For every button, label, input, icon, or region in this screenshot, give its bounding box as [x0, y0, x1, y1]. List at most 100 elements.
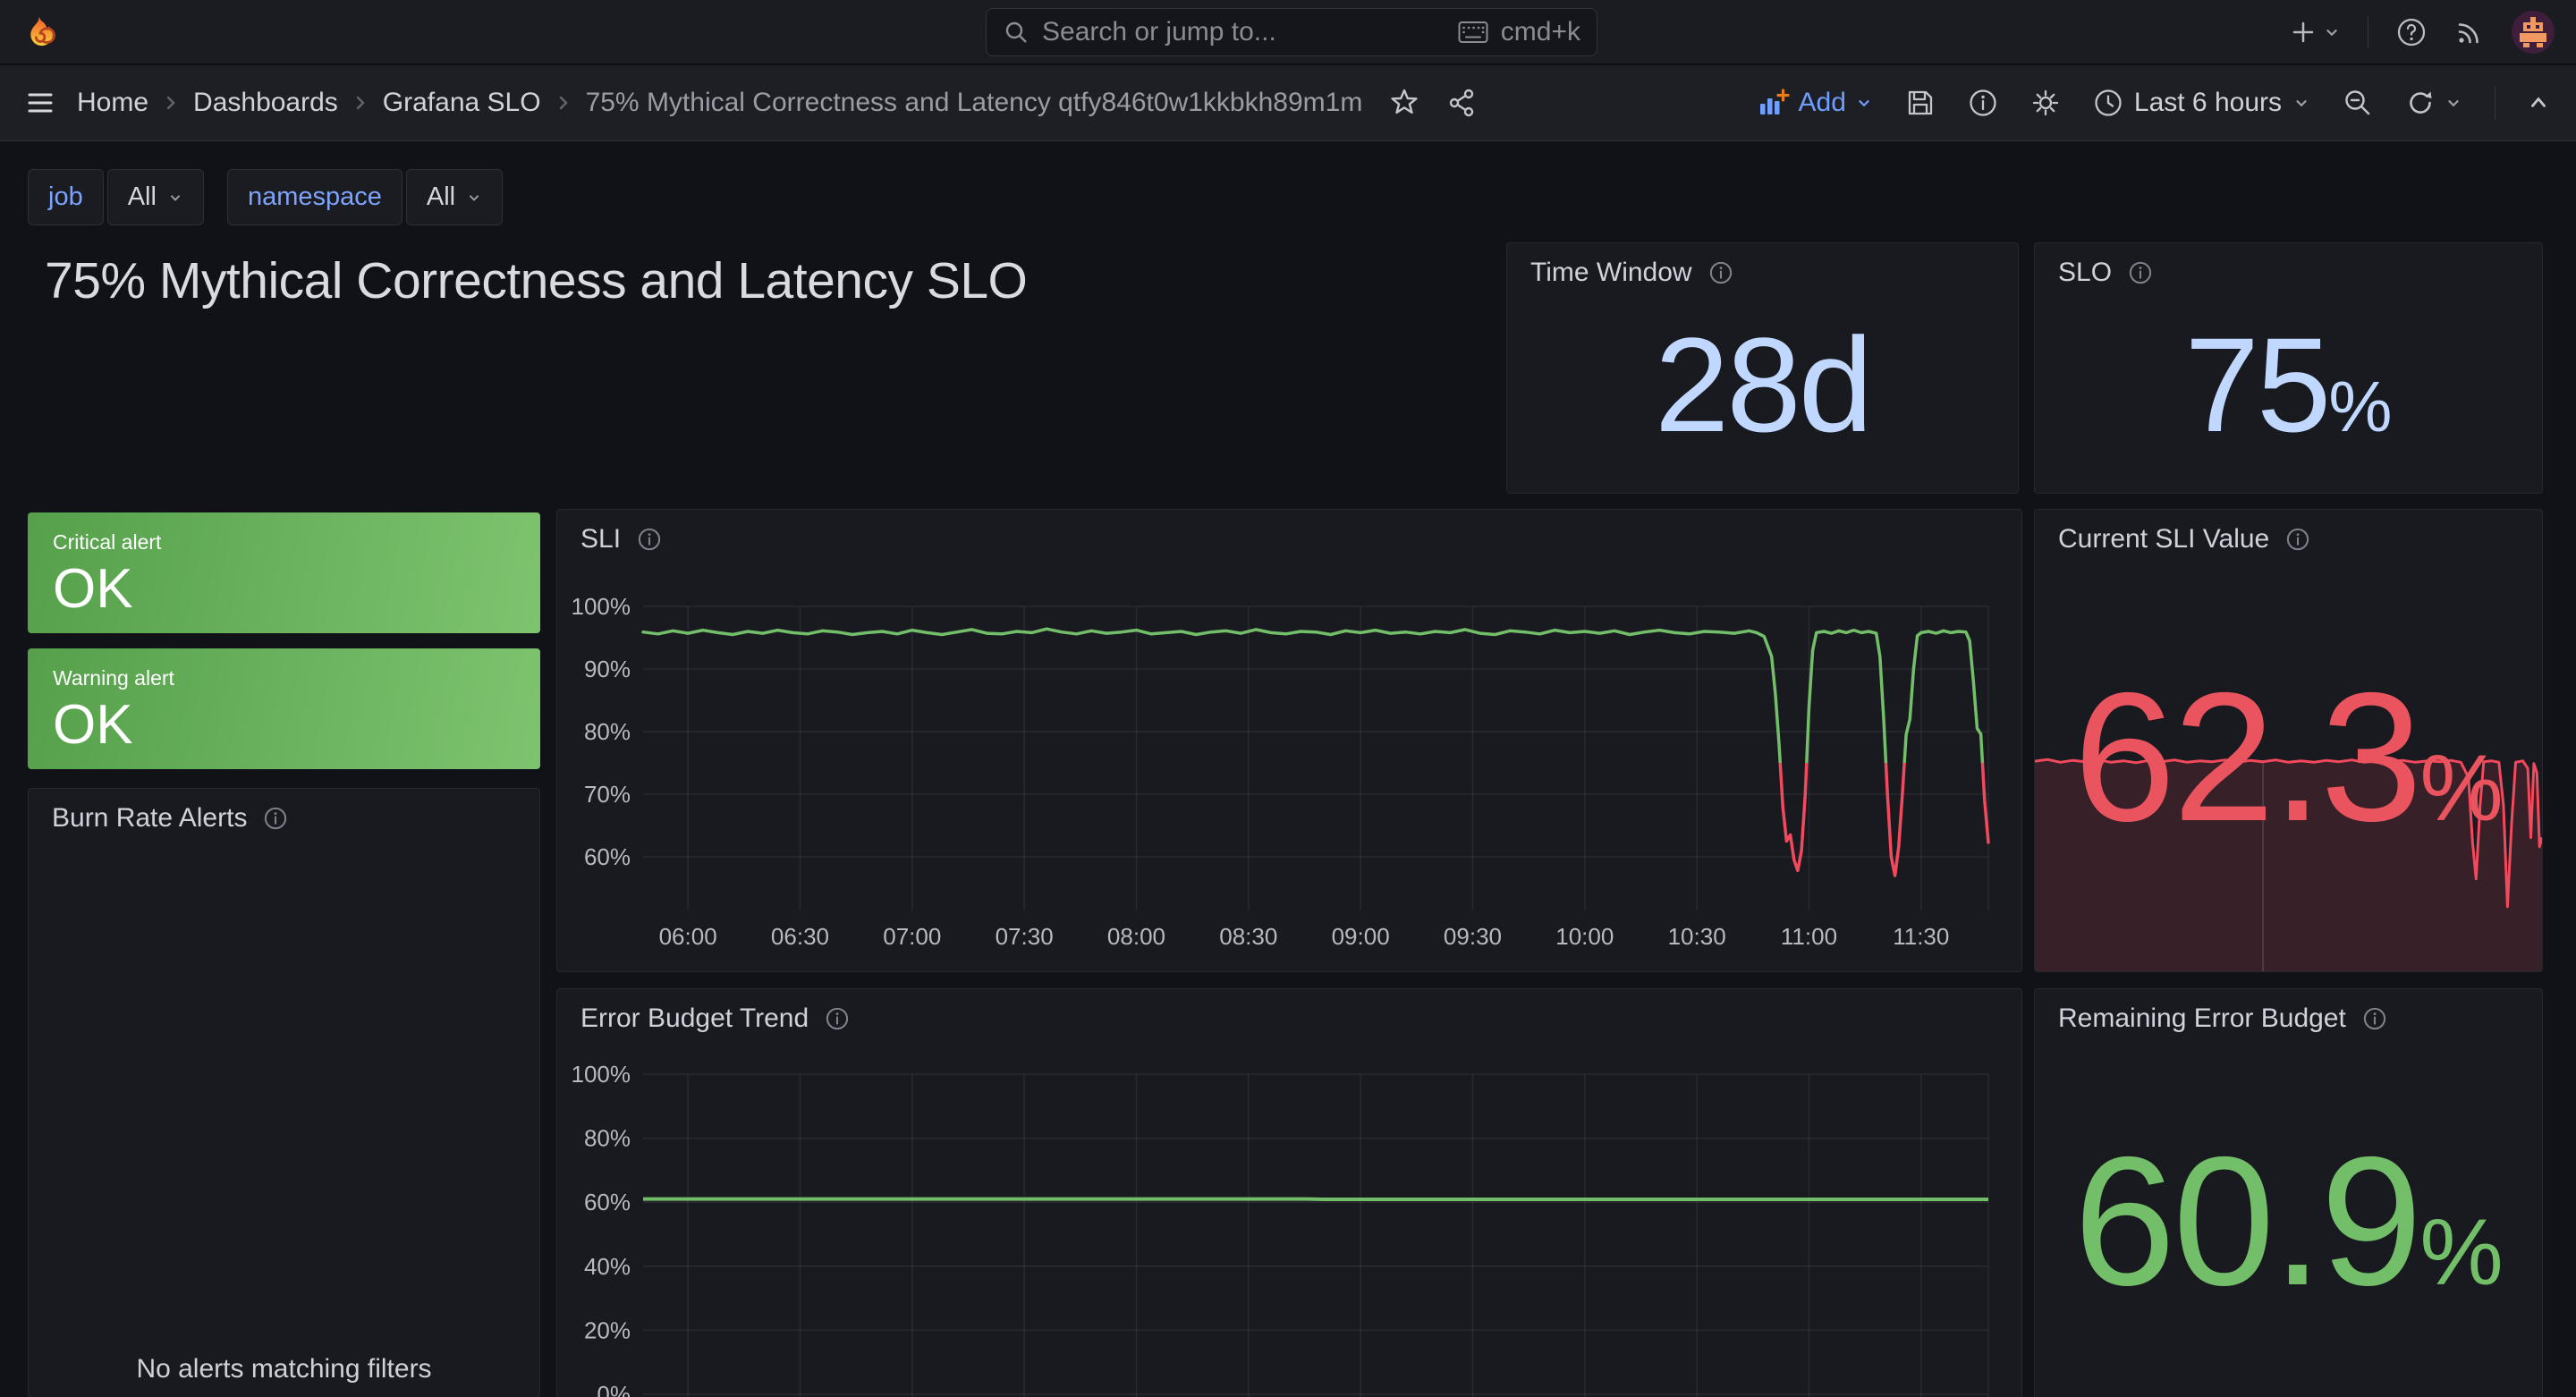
svg-text:0%: 0% [597, 1381, 631, 1397]
svg-text:90%: 90% [584, 656, 631, 682]
svg-text:10:30: 10:30 [1668, 923, 1726, 950]
svg-text:40%: 40% [584, 1253, 631, 1280]
svg-text:60%: 60% [584, 1189, 631, 1215]
svg-text:100%: 100% [572, 1061, 631, 1088]
filter-job-value[interactable]: All [107, 169, 204, 225]
svg-text:09:00: 09:00 [1332, 923, 1390, 950]
panel-warning-alert: Warning alert OK [28, 648, 540, 769]
search-icon [1003, 19, 1030, 46]
dashboard-toolbar: Add [1758, 86, 2550, 120]
svg-text:09:30: 09:30 [1444, 923, 1502, 950]
chevron-down-icon [1855, 94, 1873, 112]
nav-bar: Home Dashboards Grafana SLO 75% Mythical… [0, 65, 2576, 141]
panel-critical-alert: Critical alert OK [28, 512, 540, 633]
news-rss-icon[interactable] [2454, 17, 2485, 47]
favorite-star-icon[interactable] [1389, 89, 1419, 117]
chevron-down-icon [2292, 94, 2310, 112]
chevron-right-icon [163, 93, 179, 113]
add-button[interactable]: Add [1758, 88, 1873, 118]
panel-title: Error Budget Trend [580, 1003, 809, 1034]
panel-title: Time Window [1530, 258, 1692, 288]
breadcrumb-home[interactable]: Home [77, 88, 148, 118]
svg-text:80%: 80% [584, 1125, 631, 1152]
info-icon[interactable] [263, 806, 288, 831]
refresh-icon[interactable] [2405, 88, 2462, 118]
svg-text:60%: 60% [584, 843, 631, 870]
panel-sli-chart: SLI 100%90%80%70%60%06:0006:3007:0007:30… [556, 509, 2022, 972]
filter-job-label: job [28, 169, 104, 225]
grafana-dashboard: Search or jump to... cmd+k [0, 0, 2576, 1397]
info-icon[interactable] [2362, 1006, 2387, 1031]
variable-filters: job All namespace All [28, 169, 503, 225]
sli-time-series: 100%90%80%70%60%06:0006:3007:0007:3008:0… [557, 510, 2021, 971]
chevron-down-icon [466, 190, 482, 206]
add-label: Add [1799, 88, 1846, 118]
time-range-label: Last 6 hours [2134, 88, 2282, 118]
share-icon[interactable] [1446, 88, 1477, 118]
svg-text:10:00: 10:00 [1555, 923, 1614, 950]
panel-slo: SLO 75% [2034, 242, 2543, 494]
breadcrumb-dashboards[interactable]: Dashboards [193, 88, 338, 118]
search-placeholder: Search or jump to... [1042, 17, 1445, 47]
panel-error-budget-trend: Error Budget Trend 100%80%60%40%20%0% [556, 988, 2022, 1397]
panel-time-window: Time Window 28d [1506, 242, 2019, 494]
svg-text:07:00: 07:00 [883, 923, 941, 950]
breadcrumb: Home Dashboards Grafana SLO 75% Mythical… [77, 88, 1362, 118]
page-title: 75% Mythical Correctness and Latency SLO [45, 251, 1027, 310]
chevron-down-icon [2323, 23, 2341, 41]
svg-text:06:30: 06:30 [771, 923, 829, 950]
clock-icon [2093, 88, 2123, 118]
filter-namespace-value[interactable]: All [406, 169, 503, 225]
grafana-logo[interactable] [21, 15, 55, 49]
panel-current-sli: Current SLI Value 62.3% [2034, 509, 2543, 972]
panel-remaining-error-budget: Remaining Error Budget 60.9% [2034, 988, 2543, 1397]
toolbar-divider [2495, 86, 2496, 120]
stat-value: 60.9% [2073, 1130, 2503, 1313]
breadcrumb-folder[interactable]: Grafana SLO [383, 88, 541, 118]
collapse-chevron-up-icon[interactable] [2528, 92, 2549, 114]
svg-text:08:30: 08:30 [1219, 923, 1277, 950]
top-bar: Search or jump to... cmd+k [0, 0, 2576, 64]
panel-title: SLI [580, 524, 621, 555]
keyboard-icon [1458, 21, 1488, 44]
menu-icon[interactable] [27, 91, 54, 114]
stat-value: 62.3% [2073, 665, 2503, 849]
help-icon[interactable] [2395, 16, 2428, 48]
panel-title: SLO [2058, 258, 2112, 288]
chevron-right-icon [555, 93, 572, 113]
panel-burn-rate-alerts: Burn Rate Alerts No alerts matching filt… [28, 788, 540, 1397]
error-budget-time-series: 100%80%60%40%20%0% [557, 989, 2021, 1397]
panel-title: Current SLI Value [2058, 524, 2269, 555]
search-input[interactable]: Search or jump to... cmd+k [986, 8, 1597, 56]
alert-status: OK [53, 693, 133, 757]
breadcrumb-current: 75% Mythical Correctness and Latency qtf… [586, 88, 1363, 118]
svg-text:08:00: 08:00 [1107, 923, 1165, 950]
panel-title: Burn Rate Alerts [52, 803, 247, 834]
zoom-out-icon[interactable] [2343, 88, 2373, 118]
panel-info-icon[interactable] [1968, 88, 1998, 118]
stat-value: 28d [1655, 318, 1870, 452]
bar-chart-plus-icon [1758, 88, 1790, 118]
alert-label: Warning alert [53, 666, 174, 690]
save-icon[interactable] [1905, 88, 1936, 118]
svg-text:07:30: 07:30 [996, 923, 1054, 950]
time-range-picker[interactable]: Last 6 hours [2093, 88, 2310, 118]
stat-value: 75% [2185, 318, 2393, 452]
info-icon[interactable] [2128, 260, 2153, 285]
info-icon[interactable] [825, 1006, 850, 1031]
empty-state-text: No alerts matching filters [29, 1354, 539, 1384]
chevron-down-icon [167, 190, 183, 206]
svg-text:11:00: 11:00 [1781, 923, 1837, 950]
info-icon[interactable] [1708, 260, 1733, 285]
search-shortcut: cmd+k [1501, 17, 1580, 47]
avatar[interactable] [2512, 11, 2555, 54]
panel-title: Remaining Error Budget [2058, 1003, 2346, 1034]
alert-status: OK [53, 557, 133, 621]
svg-text:100%: 100% [572, 593, 631, 620]
new-button[interactable] [2291, 20, 2341, 45]
chevron-down-icon [2445, 94, 2462, 112]
svg-text:11:30: 11:30 [1893, 923, 1949, 950]
info-icon[interactable] [637, 527, 662, 552]
info-icon[interactable] [2285, 527, 2310, 552]
settings-gear-icon[interactable] [2030, 88, 2061, 118]
